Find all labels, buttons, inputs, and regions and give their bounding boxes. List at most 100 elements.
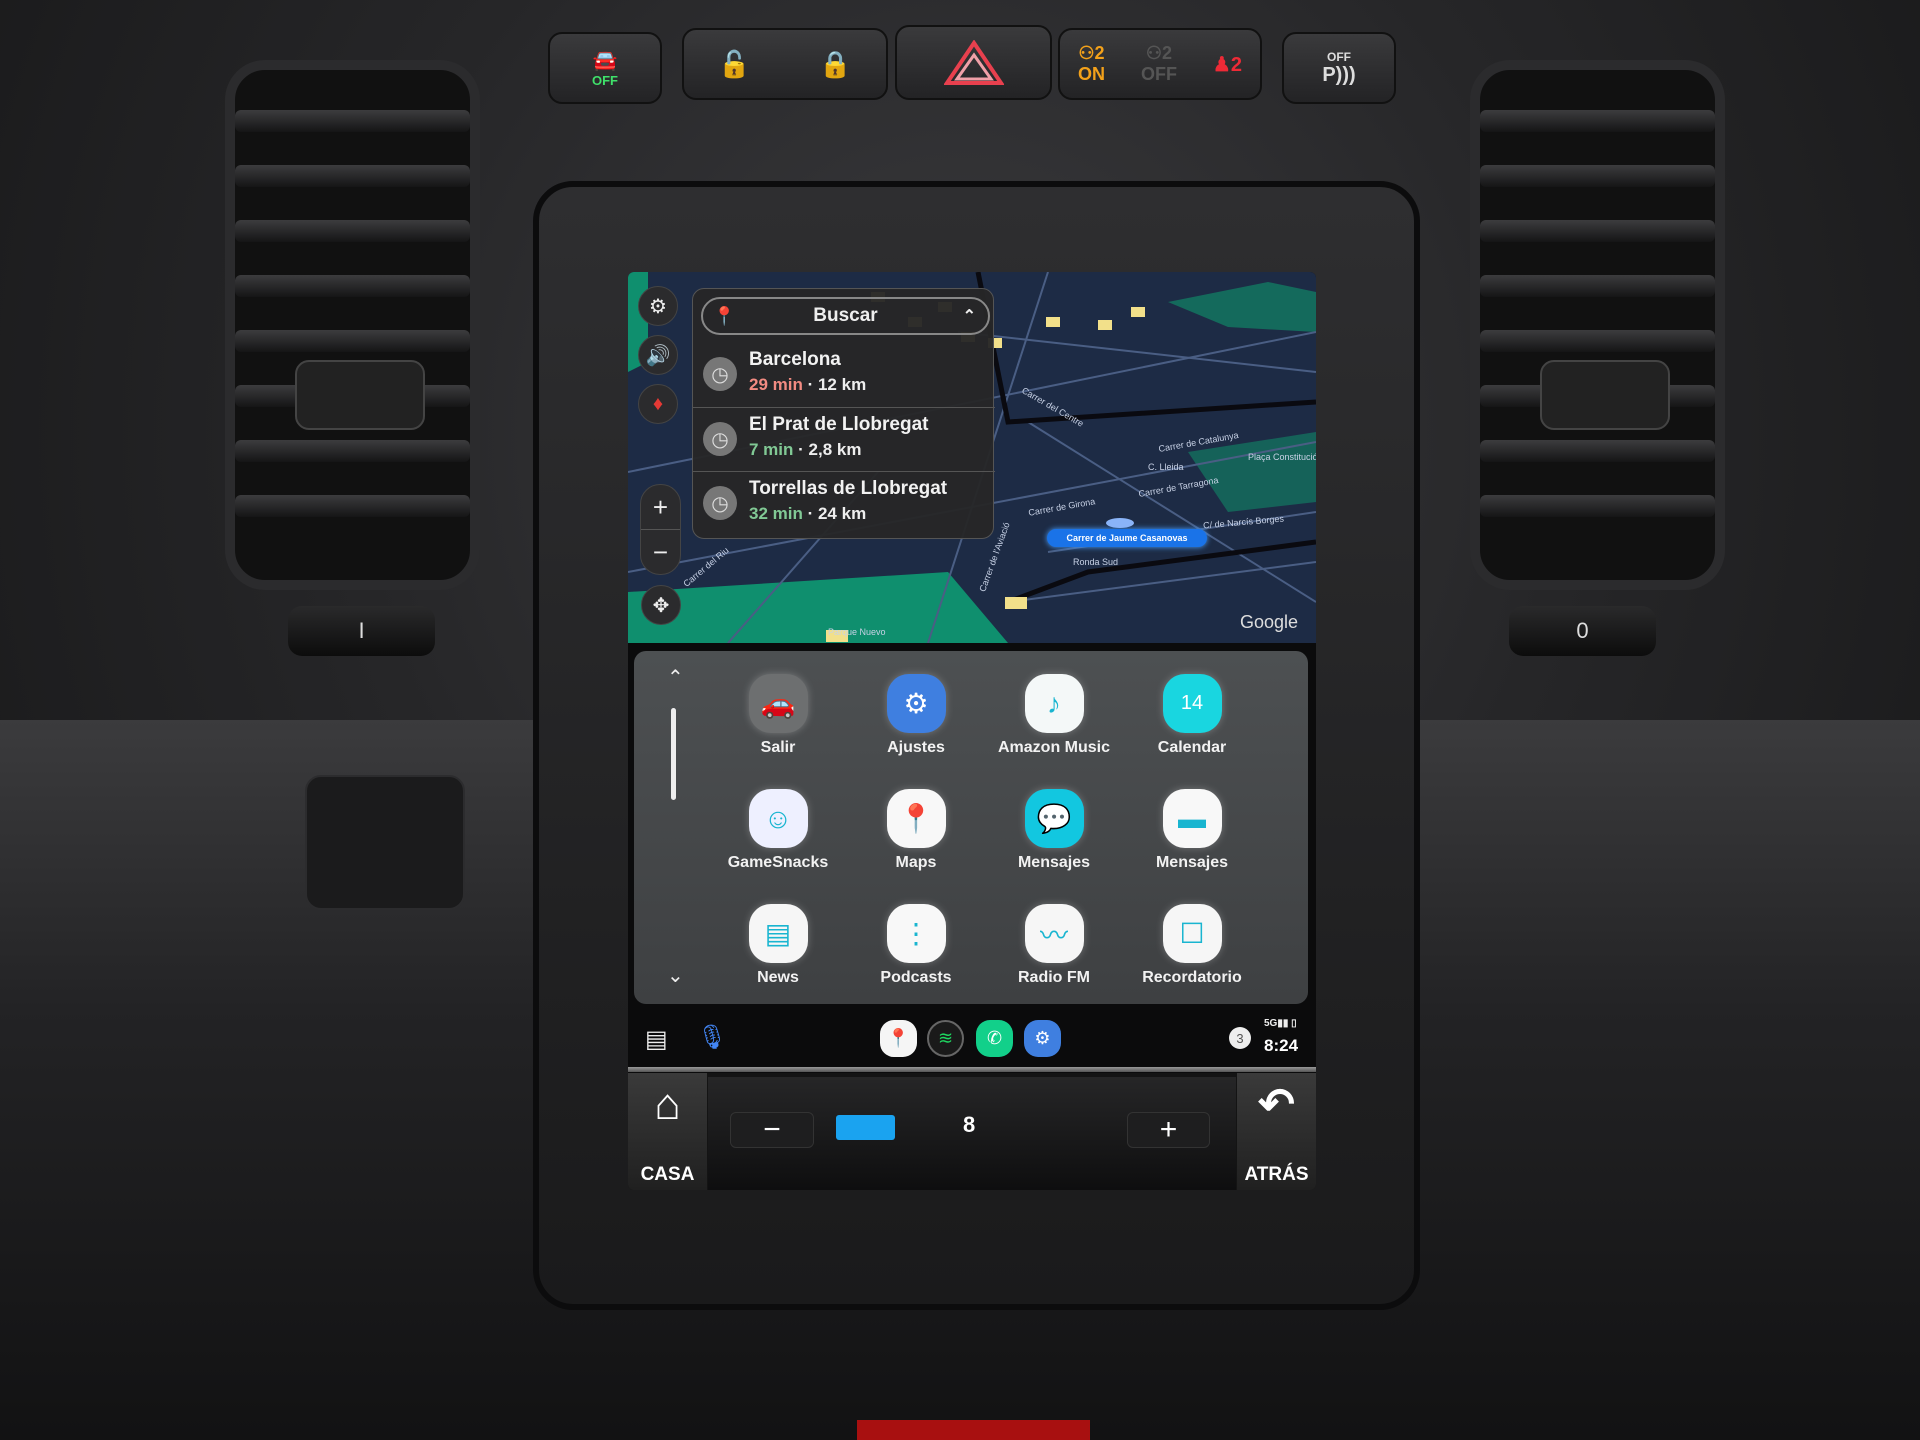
app-podcasts[interactable]: ⋮ Podcasts	[847, 904, 985, 1014]
vent-tab[interactable]	[1540, 360, 1670, 430]
airbag-off-icon: ⚇2	[1145, 43, 1173, 63]
map-label: Parque Nuevo	[828, 627, 886, 637]
app-recordatorio[interactable]: ☐ Recordatorio	[1123, 904, 1261, 1014]
map-view[interactable]: Parque Nuevo Carrer de Girona C. Lleida …	[628, 272, 1316, 643]
recent-destination[interactable]: ◷ Torrellas de Llobregat 32 min · 24 km	[693, 471, 995, 535]
map-label: Plaça Constitució	[1248, 452, 1316, 462]
zoom-in-button[interactable]: +	[641, 485, 680, 530]
eta-distance: · 2,8 km	[798, 440, 862, 459]
history-icon: ◷	[703, 357, 737, 391]
location-marker	[1106, 518, 1134, 528]
home-button[interactable]: ⌂ CASA	[628, 1073, 707, 1190]
android-auto-rail: ▤ 🎙 📍 ≋ ✆ ⚙ 3 5G▮▮ ▯ 8:24	[628, 1014, 1316, 1064]
back-button[interactable]: ↶ ATRÁS	[1237, 1073, 1316, 1190]
park-assist-button[interactable]: OFF P)))	[1282, 32, 1396, 104]
volume-up-button[interactable]: +	[1127, 1112, 1210, 1148]
app-amazon-music[interactable]: ♪ Amazon Music	[985, 674, 1123, 784]
destination-name: Barcelona	[749, 349, 841, 370]
dock-spotify-icon[interactable]: ≋	[927, 1020, 964, 1057]
app-news[interactable]: ▤ News	[709, 904, 847, 1014]
traction-control-icon: 🚘	[592, 50, 618, 72]
back-arrow-icon: ↶	[1258, 1080, 1295, 1129]
app-label: Ajustes	[887, 739, 945, 756]
compass-button[interactable]: ♦	[638, 384, 678, 424]
google-maps-pin-icon: 📍	[713, 305, 736, 326]
network-indicator: 5G▮▮ ▯	[1264, 1018, 1297, 1029]
recent-destination[interactable]: ◷ Barcelona 29 min · 12 km	[693, 343, 995, 407]
app-label: Salir	[760, 739, 796, 756]
map-label: C. Lleida	[1148, 462, 1184, 472]
esp-off-button[interactable]: 🚘 OFF	[548, 32, 662, 104]
amazon-music-icon: ♪	[1024, 674, 1084, 733]
chevron-up-icon[interactable]: ⌃	[963, 306, 976, 326]
scroll-down-button[interactable]: ⌄	[667, 963, 684, 988]
app-label: Mensajes	[1017, 854, 1091, 871]
app-mensajes[interactable]: 💬 Mensajes	[985, 789, 1123, 899]
recenter-button[interactable]: ✥	[641, 585, 681, 625]
podcasts-icon: ⋮	[886, 904, 946, 963]
volume-level-bar[interactable]	[836, 1115, 895, 1140]
speaker-grille	[549, 314, 589, 354]
destination-name: Torrellas de Llobregat	[749, 478, 948, 499]
map-settings-button[interactable]: ⚙	[638, 286, 678, 326]
right-vent-knob[interactable]: 0	[1509, 606, 1656, 656]
recent-destination[interactable]: ◷ El Prat de Llobregat 7 min · 2,8 km	[693, 407, 995, 471]
gear-icon: ⚙	[649, 295, 667, 318]
app-maps[interactable]: 📍 Maps	[847, 789, 985, 899]
map-label: Ronda Sud	[1073, 557, 1119, 567]
gamesnacks-icon: ☺	[748, 789, 808, 848]
hazard-button[interactable]	[895, 25, 1052, 100]
park-off-label: OFF	[1327, 49, 1351, 64]
passenger-airbag-off: ⚇2 OFF	[1141, 43, 1177, 85]
app-label: Maps	[895, 854, 937, 871]
destination-name: El Prat de Llobregat	[749, 414, 929, 435]
app-label: Podcasts	[880, 969, 952, 986]
search-button[interactable]: 📍 Buscar ⌃	[701, 297, 990, 335]
lock-button-group: 🔓 🔒	[682, 28, 888, 100]
history-icon: ◷	[703, 486, 737, 520]
microphone-icon[interactable]: 🎙	[697, 1023, 727, 1052]
lock-icon[interactable]: 🔒	[819, 49, 851, 80]
map-sound-button[interactable]: 🔊	[638, 335, 678, 375]
airbag-icon: ⚇2	[1078, 43, 1105, 63]
airbag-button-group: ⚇2 ON ⚇2 OFF ♟2	[1058, 28, 1262, 100]
dock-maps-icon[interactable]: 📍	[880, 1020, 917, 1057]
notification-badge[interactable]: 3	[1229, 1027, 1251, 1049]
compass-icon: ♦	[652, 392, 664, 415]
android-auto-screen: Parque Nuevo Carrer de Girona C. Lleida …	[628, 272, 1316, 1190]
app-label: GameSnacks	[727, 854, 829, 871]
vent-tab[interactable]	[295, 360, 425, 430]
history-icon: ◷	[703, 422, 737, 456]
scrollbar[interactable]	[671, 708, 676, 800]
head-unit-bar: ⌂ CASA − 8 + ↶ ATRÁS	[628, 1073, 1316, 1190]
dock-settings-icon[interactable]: ⚙	[1024, 1020, 1061, 1057]
airbag-on-label: ON	[1077, 64, 1105, 84]
app-label: News	[757, 969, 799, 986]
dashboard-icon[interactable]: ▤	[645, 1025, 668, 1054]
seatbelt-warning-icon: ♟2	[1212, 53, 1242, 76]
app-radio-fm[interactable]: 〰 Radio FM	[985, 904, 1123, 1014]
calendar-icon: 14	[1162, 674, 1222, 733]
volume-panel: − 8 +	[708, 1077, 1236, 1190]
app-label: Mensajes	[1155, 854, 1229, 871]
google-attribution: Google	[1240, 612, 1299, 632]
volume-down-button[interactable]: −	[730, 1112, 814, 1148]
gear-icon: ⚙	[886, 674, 946, 733]
eta-distance: · 12 km	[807, 375, 867, 394]
eta-distance: · 24 km	[807, 504, 867, 523]
app-gamesnacks[interactable]: ☺ GameSnacks	[709, 789, 847, 899]
left-vent-knob[interactable]: I	[288, 606, 435, 656]
app-salir[interactable]: 🚗 Salir	[709, 674, 847, 784]
app-ajustes[interactable]: ⚙ Ajustes	[847, 674, 985, 784]
reminder-icon: ☐	[1162, 904, 1222, 963]
pan-arrows-icon: ✥	[652, 594, 670, 617]
app-calendar[interactable]: 14 Calendar	[1123, 674, 1261, 784]
app-mensajes[interactable]: ▬ Mensajes	[1123, 789, 1261, 899]
unlock-icon[interactable]: 🔓	[718, 49, 750, 80]
zoom-out-button[interactable]: −	[641, 530, 680, 575]
messages-icon: 💬	[1024, 789, 1084, 848]
zoom-control: + −	[640, 484, 681, 575]
home-icon: ⌂	[654, 1080, 681, 1129]
scroll-up-button[interactable]: ⌃	[667, 665, 684, 690]
dock-phone-icon[interactable]: ✆	[976, 1020, 1013, 1057]
